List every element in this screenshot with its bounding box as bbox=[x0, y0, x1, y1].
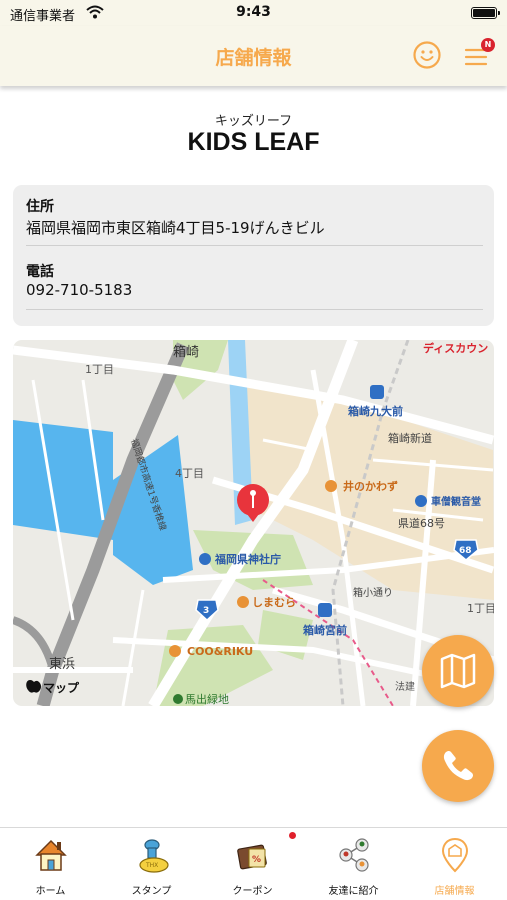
share-icon bbox=[339, 838, 369, 872]
divider bbox=[26, 245, 483, 246]
status-bar: 通信事業者 9:43 bbox=[0, 0, 507, 26]
map-label: 箱崎 bbox=[173, 344, 199, 360]
station-icon bbox=[370, 385, 384, 399]
smiley-icon[interactable] bbox=[413, 41, 441, 69]
map-label: 箱崎九大前 bbox=[348, 404, 403, 418]
clock: 9:43 bbox=[236, 4, 271, 20]
poi-icon bbox=[237, 596, 249, 608]
open-map-button[interactable] bbox=[422, 635, 494, 707]
coupon-notification-dot bbox=[289, 832, 296, 839]
tab-bar: ホーム THX スタンプ % クーポン 友達に紹介 店舗情報 bbox=[0, 827, 507, 900]
poi-icon bbox=[199, 553, 211, 565]
map-label: 箱小通り bbox=[353, 586, 393, 599]
store-name: KIDS LEAF bbox=[187, 128, 320, 156]
svg-text:%: % bbox=[252, 855, 261, 865]
map-label: 県道68号 bbox=[398, 516, 445, 530]
poi-icon bbox=[325, 480, 337, 492]
poi-icon bbox=[169, 645, 181, 657]
map-label: マップ bbox=[43, 680, 80, 695]
map-label: しまむら bbox=[252, 596, 296, 609]
map-label: 馬出緑地 bbox=[185, 692, 229, 706]
stamp-icon: THX bbox=[139, 839, 169, 873]
map-label: 箱崎新道 bbox=[388, 431, 432, 445]
map-icon bbox=[440, 653, 476, 689]
store-info-card: 住所 福岡県福岡市東区箱崎4丁目5-19げんきビル 電話 092-710-518… bbox=[13, 185, 494, 326]
map-label: 福岡県神社庁 bbox=[214, 552, 281, 566]
tab-home[interactable]: ホーム bbox=[0, 828, 101, 900]
header-bar: 店舗情報 N bbox=[0, 26, 507, 86]
apple-logo-icon bbox=[26, 680, 42, 693]
tab-store-info[interactable]: 店舗情報 bbox=[404, 828, 505, 900]
phone-value[interactable]: 092-710-5183 bbox=[26, 281, 132, 299]
poi-icon bbox=[415, 495, 427, 507]
tab-label: 友達に紹介 bbox=[328, 886, 379, 897]
map-label: ディスカウン bbox=[423, 341, 488, 355]
store-name-kana: キッズリーフ bbox=[214, 114, 293, 129]
notification-badge: N bbox=[481, 38, 495, 52]
coupon-icon: % bbox=[237, 844, 267, 870]
map-label: COO&RIKU bbox=[187, 645, 253, 658]
map-label: 車僧観音堂 bbox=[431, 495, 481, 508]
divider bbox=[26, 309, 483, 310]
battery-icon bbox=[471, 7, 500, 19]
station-icon bbox=[318, 603, 332, 617]
tab-label: スタンプ bbox=[131, 886, 172, 897]
route-3-shield: 3 bbox=[195, 599, 219, 622]
map-label: 東浜 bbox=[49, 656, 75, 672]
address-value: 福岡県福岡市東区箱崎4丁目5-19げんきビル bbox=[26, 219, 325, 237]
tab-label: 店舗情報 bbox=[434, 886, 475, 897]
tab-stamp[interactable]: THX スタンプ bbox=[101, 828, 202, 900]
tab-coupon[interactable]: % クーポン bbox=[202, 828, 303, 900]
tab-label: ホーム bbox=[35, 886, 66, 897]
call-button[interactable] bbox=[422, 730, 494, 802]
phone-label: 電話 bbox=[26, 264, 54, 280]
tab-share[interactable]: 友達に紹介 bbox=[303, 828, 404, 900]
svg-text:THX: THX bbox=[145, 862, 158, 869]
map-label: 1丁目 bbox=[85, 363, 114, 376]
store-pin-icon bbox=[441, 837, 469, 873]
map-label: 3 bbox=[203, 606, 209, 616]
tab-label: クーポン bbox=[232, 886, 273, 897]
poi-icon bbox=[173, 694, 183, 704]
map-label: 井のかわず bbox=[343, 479, 398, 493]
map-label: 4丁目 bbox=[175, 467, 204, 480]
home-icon bbox=[35, 839, 67, 871]
map-label: 箱崎宮前 bbox=[303, 623, 347, 637]
phone-icon bbox=[443, 751, 473, 781]
map-label: 68 bbox=[459, 546, 472, 556]
map-label: 1丁目 bbox=[467, 602, 494, 615]
map-label: 法建 bbox=[395, 680, 415, 693]
address-label: 住所 bbox=[26, 199, 54, 215]
